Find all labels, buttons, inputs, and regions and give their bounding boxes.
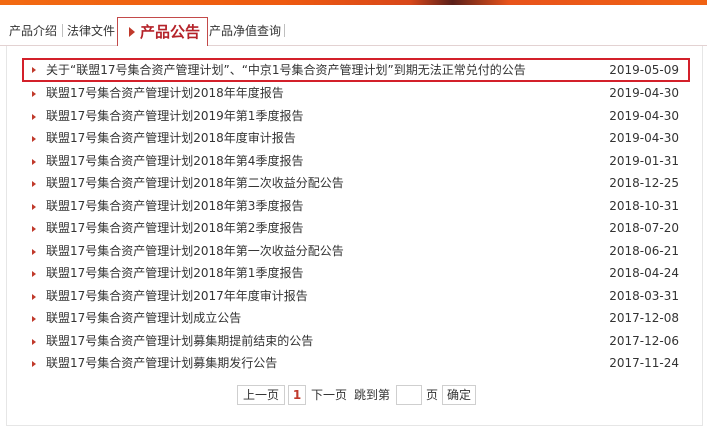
announcement-list: 关于“联盟17号集合资产管理计划”、“中京1号集合资产管理计划”到期无法正常兑付… [22,58,690,375]
tab-bar: 产品介绍 法律文件 产品公告 产品净值查询 [0,17,707,47]
announcement-row[interactable]: 联盟17号集合资产管理计划2018年第一次收益分配公告 2018-06-21 [22,240,690,263]
bullet-icon [32,136,36,142]
announcement-date: 2019-04-30 [609,108,679,123]
announcement-title[interactable]: 联盟17号集合资产管理计划募集期提前结束的公告 [46,330,313,353]
announcement-row[interactable]: 联盟17号集合资产管理计划成立公告 2017-12-08 [22,307,690,330]
tab-product-intro[interactable]: 产品介绍 [9,22,57,40]
announcement-date: 2018-12-25 [609,176,679,190]
announcement-row[interactable]: 联盟17号集合资产管理计划2018年第2季度报告 2018-07-20 [22,217,690,240]
tab-net-value-query[interactable]: 产品净值查询 [209,22,281,40]
announcement-title[interactable]: 联盟17号集合资产管理计划募集期发行公告 [46,352,277,375]
announcement-date: 2019-04-30 [609,86,679,100]
current-page-number[interactable]: 1 [288,385,306,405]
bullet-icon [32,248,36,255]
bullet-icon [32,67,36,73]
announcement-row[interactable]: 联盟17号集合资产管理计划2018年度审计报告 2019-04-30 [22,127,690,150]
announcement-date: 2019-01-31 [609,153,679,168]
announcement-date: 2018-04-24 [609,266,679,280]
bullet-icon [32,316,36,322]
announcement-row[interactable]: 联盟17号集合资产管理计划募集期发行公告 2017-11-24 [22,352,690,375]
tab-active-label: 产品公告 [140,23,201,41]
bullet-icon [32,91,36,97]
announcement-title[interactable]: 联盟17号集合资产管理计划成立公告 [46,307,241,330]
bullet-icon [32,293,36,300]
announcement-date: 2018-06-21 [609,243,679,258]
announcement-title[interactable]: 联盟17号集合资产管理计划2018年第二次收益分配公告 [46,172,344,195]
announcement-title[interactable]: 联盟17号集合资产管理计划2018年第4季度报告 [46,150,303,173]
announcement-row[interactable]: 联盟17号集合资产管理计划2018年第4季度报告 2019-01-31 [22,150,690,173]
prev-page-button[interactable]: 上一页 [237,385,285,405]
announcement-title[interactable]: 联盟17号集合资产管理计划2018年第3季度报告 [46,195,303,218]
next-page-link[interactable]: 下一页 [311,386,347,404]
announcement-title[interactable]: 联盟17号集合资产管理计划2017年年度审计报告 [46,285,308,308]
announcement-date: 2018-10-31 [609,198,679,213]
announcement-title[interactable]: 联盟17号集合资产管理计划2018年第1季度报告 [46,262,303,285]
play-arrow-icon [129,27,135,37]
bullet-icon [32,181,36,187]
announcement-title[interactable]: 联盟17号集合资产管理计划2018年第一次收益分配公告 [46,240,344,263]
jump-page-input[interactable] [396,385,422,405]
announcement-date: 2018-03-31 [609,288,679,303]
pagination: 上一页 1 下一页 跳到第 页 确定 [0,385,707,405]
confirm-button[interactable]: 确定 [442,385,476,405]
bullet-icon [32,158,36,165]
announcement-title[interactable]: 联盟17号集合资产管理计划2018年第2季度报告 [46,217,303,240]
tab-legal-documents[interactable]: 法律文件 [67,22,115,40]
bullet-icon [32,361,36,367]
bullet-icon [32,113,36,120]
announcement-row[interactable]: 联盟17号集合资产管理计划2018年年度报告 2019-04-30 [22,82,690,105]
announcement-row[interactable]: 联盟17号集合资产管理计划募集期提前结束的公告 2017-12-06 [22,330,690,353]
jump-to-label: 跳到第 [354,388,391,402]
top-banner [0,0,707,5]
bullet-icon [32,226,36,232]
announcement-row[interactable]: 联盟17号集合资产管理计划2018年第二次收益分配公告 2018-12-25 [22,172,690,195]
page-suffix-label: 页 [426,388,439,402]
announcement-row[interactable]: 联盟17号集合资产管理计划2018年第1季度报告 2018-04-24 [22,262,690,285]
announcement-date: 2017-12-08 [609,311,679,325]
bullet-icon [32,271,36,277]
announcement-title[interactable]: 联盟17号集合资产管理计划2019年第1季度报告 [46,105,303,128]
announcement-date: 2019-05-09 [609,63,679,77]
tab-separator [62,24,63,37]
announcement-row[interactable]: 联盟17号集合资产管理计划2018年第3季度报告 2018-10-31 [22,195,690,218]
bullet-icon [32,338,36,345]
tab-product-announcements[interactable]: 产品公告 [117,17,208,47]
announcement-title[interactable]: 关于“联盟17号集合资产管理计划”、“中京1号集合资产管理计划”到期无法正常兑付… [46,60,526,80]
tab-separator [284,24,285,37]
announcement-row[interactable]: 联盟17号集合资产管理计划2019年第1季度报告 2019-04-30 [22,105,690,128]
announcement-date: 2017-12-06 [609,333,679,348]
announcement-row[interactable]: 联盟17号集合资产管理计划2017年年度审计报告 2018-03-31 [22,285,690,308]
announcement-title[interactable]: 联盟17号集合资产管理计划2018年年度报告 [46,82,284,105]
announcement-title[interactable]: 联盟17号集合资产管理计划2018年度审计报告 [46,127,296,150]
announcement-date: 2017-11-24 [609,356,679,370]
bullet-icon [32,203,36,210]
announcement-date: 2018-07-20 [609,221,679,235]
announcement-date: 2019-04-30 [609,131,679,145]
announcement-row-highlighted[interactable]: 关于“联盟17号集合资产管理计划”、“中京1号集合资产管理计划”到期无法正常兑付… [22,58,690,82]
